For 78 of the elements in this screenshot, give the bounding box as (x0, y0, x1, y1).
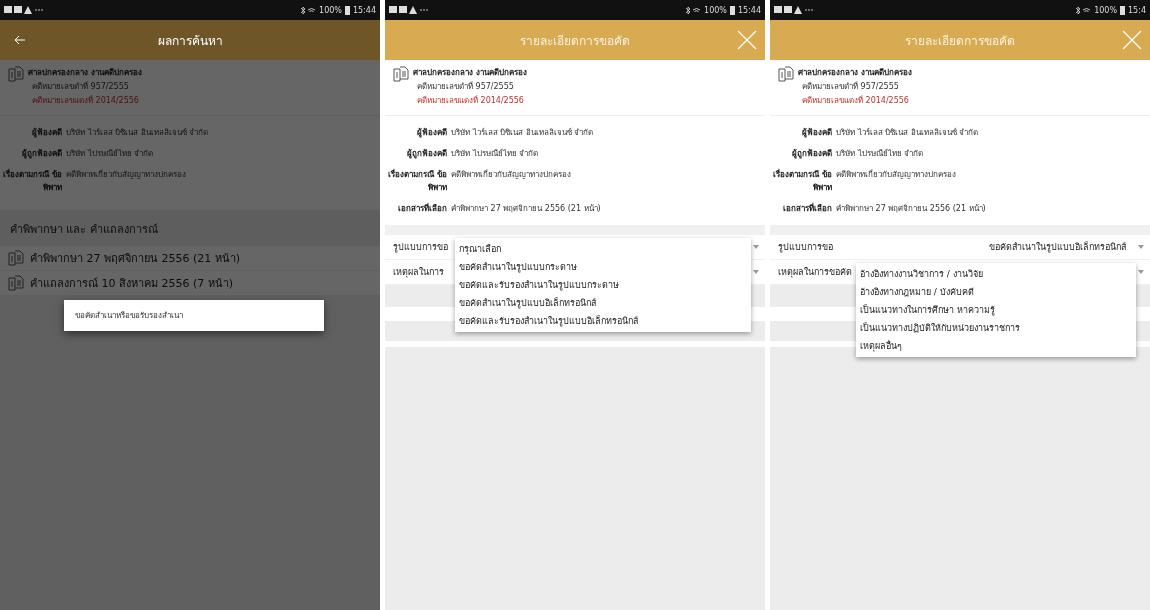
detail-value: คดีพิพาทเกี่ยวกับสัญญาทางปกครอง (836, 168, 956, 181)
battery-percent: 100% (319, 5, 342, 15)
detail-label: เรื่องตามกรณี ข้อพิพาท (387, 168, 447, 194)
dropdown-option[interactable]: ขอคัดและรับรองสำเนาในรูปแบบอิเล็กทรอนิกส์ (455, 312, 751, 330)
dropdown-option[interactable]: อ้างอิงทางกฎหมาย / บังคับคดี (856, 283, 1136, 301)
caret-icon[interactable] (1138, 270, 1144, 274)
court-name: ศาลปกครองกลาง งานคดีปกครอง (798, 67, 912, 79)
dropdown-option[interactable]: ขอคัดสำเนาในรูปแบบอิเล็กทรอนิกส์ (455, 294, 751, 312)
decision-number: คดีหมายเลขแดงที่ 2014/2556 (416, 94, 525, 107)
status-time: 15:44 (737, 5, 761, 15)
notification-icons (389, 5, 429, 15)
detail-value: บริษัท ไวร์เลส บิซิเนส อินเทลลิเจนซ์ จำกัด (66, 127, 209, 139)
caret-icon[interactable] (753, 245, 759, 249)
court-name: ศาลปกครองกลาง งานคดีปกครอง (28, 67, 142, 79)
document-icon (778, 66, 794, 82)
detail-value: คดีพิพาทเกี่ยวกับสัญญาทางปกครอง (66, 168, 186, 181)
dropdown-value[interactable]: ขอคัดสำเนาในรูปแบบอิเล็กทรอนิกส์ (989, 240, 1126, 254)
header-title: ผลการค้นหา (157, 32, 223, 50)
detail-label: ผู้ฟ้องคดี (31, 127, 62, 139)
status-time: 15:44 (352, 5, 376, 15)
dropdown-option[interactable]: เป็นแนวทางปฏิบัติให้กับหน่วยงานราชการ (856, 319, 1136, 337)
header-title: รายละเอียดการขอคัด (520, 32, 630, 50)
battery-percent: 100% (704, 5, 727, 15)
detail-value: คดีพิพาทเกี่ยวกับสัญญาทางปกครอง (451, 168, 571, 181)
status-time: 15:4 (1128, 5, 1146, 15)
back-arrow-icon[interactable] (14, 35, 26, 45)
detail-label: ผู้ถูกฟ้องคดี (791, 148, 832, 160)
bluetooth-wifi-icon (300, 5, 317, 15)
dropdown-option[interactable]: กรุณาเลือก (455, 240, 751, 258)
document-icon (8, 275, 24, 291)
close-icon[interactable] (737, 30, 757, 50)
dropdown-option[interactable]: เป็นแนวทางในการศึกษา หาความรู้ (856, 301, 1136, 319)
decision-number: คดีหมายเลขแดงที่ 2014/2556 (801, 94, 910, 107)
document-icon (393, 66, 409, 82)
detail-label: ผู้ถูกฟ้องคดี (21, 148, 62, 160)
decision-number: คดีหมายเลขแดงที่ 2014/2556 (31, 94, 140, 107)
case-number: คดีหมายเลขดำที่ 957/2555 (31, 80, 130, 93)
battery-icon (729, 5, 735, 15)
battery-icon (1120, 5, 1126, 15)
field-label: เหตุผลในการ (393, 266, 445, 279)
document-icon (8, 250, 24, 266)
detail-value: บริษัท ไปรษณีย์ไทย จำกัด (451, 148, 539, 160)
case-number: คดีหมายเลขดำที่ 957/2555 (801, 80, 900, 93)
close-icon[interactable] (1122, 30, 1142, 50)
caret-icon[interactable] (753, 270, 759, 274)
detail-label: เอกสารที่เลือก (397, 202, 447, 215)
notification-icons (4, 5, 44, 15)
bluetooth-wifi-icon (685, 5, 702, 15)
bluetooth-wifi-icon (1075, 5, 1092, 15)
dropdown-option[interactable]: อ้างอิงทางงานวิชาการ / งานวิจัย (856, 265, 1136, 283)
detail-value: คำพิพากษา 27 พฤศจิกายน 2556 (21 หน้า) (451, 203, 601, 215)
battery-icon (344, 5, 350, 15)
dialog-option[interactable]: ขอคัดสำเนาหรือขอรับรองสำเนา (64, 309, 183, 322)
detail-label: ผู้ฟ้องคดี (801, 127, 832, 139)
detail-value: คำพิพากษา 27 พฤศจิกายน 2556 (21 หน้า) (836, 203, 986, 215)
field-label: รูปแบบการขอ (778, 241, 834, 254)
detail-value: บริษัท ไวร์เลส บิซิเนส อินเทลลิเจนซ์ จำกัด (451, 127, 594, 139)
detail-label: เรื่องตามกรณี ข้อพิพาท (2, 168, 62, 194)
detail-label: เอกสารที่เลือก (782, 202, 832, 215)
field-label: เหตุผลในการขอคัด (778, 266, 852, 279)
court-name: ศาลปกครองกลาง งานคดีปกครอง (413, 67, 527, 79)
detail-value: บริษัท ไปรษณีย์ไทย จำกัด (836, 148, 924, 160)
detail-value: บริษัท ไวร์เลส บิซิเนส อินเทลลิเจนซ์ จำกัด (836, 127, 979, 139)
dropdown-option[interactable]: ขอคัดและรับรองสำเนาในรูปแบบกระดาษ (455, 276, 751, 294)
field-label: รูปแบบการขอ (393, 241, 449, 254)
header-title: รายละเอียดการขอคัด (905, 32, 1015, 50)
case-number: คดีหมายเลขดำที่ 957/2555 (416, 80, 515, 93)
dropdown-option[interactable]: เหตุผลอื่นๆ (856, 337, 1136, 355)
detail-label: ผู้ฟ้องคดี (416, 127, 447, 139)
caret-icon[interactable] (1138, 245, 1144, 249)
dropdown-option[interactable]: ขอคัดสำเนาในรูปแบบกระดาษ (455, 258, 751, 276)
section-title: คำพิพากษา และ คำแถลงการณ์ (10, 223, 158, 236)
document-icon (8, 66, 24, 82)
detail-label: เรื่องตามกรณี ข้อพิพาท (772, 168, 832, 194)
detail-label: ผู้ถูกฟ้องคดี (406, 148, 447, 160)
detail-value: บริษัท ไปรษณีย์ไทย จำกัด (66, 148, 154, 160)
battery-percent: 100% (1094, 5, 1118, 15)
notification-icons (774, 5, 814, 15)
